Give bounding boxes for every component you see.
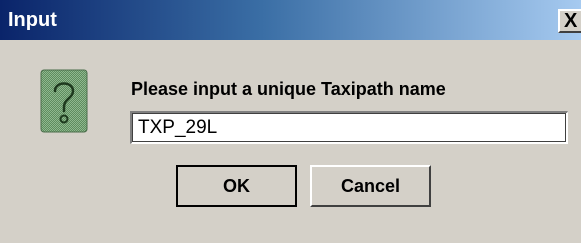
close-button[interactable]: X — [558, 9, 581, 33]
window-title: Input — [8, 9, 57, 31]
title-bar[interactable]: Input X — [0, 0, 581, 40]
question-icon — [40, 69, 88, 133]
close-icon: X — [564, 10, 578, 32]
prompt-label: Please input a unique Taxipath name — [131, 79, 446, 99]
cancel-button[interactable]: Cancel — [310, 165, 431, 207]
ok-button[interactable]: OK — [176, 165, 297, 207]
taxipath-name-input[interactable] — [130, 111, 568, 144]
input-dialog: Input X Please input a unique Taxipath n… — [0, 0, 581, 243]
